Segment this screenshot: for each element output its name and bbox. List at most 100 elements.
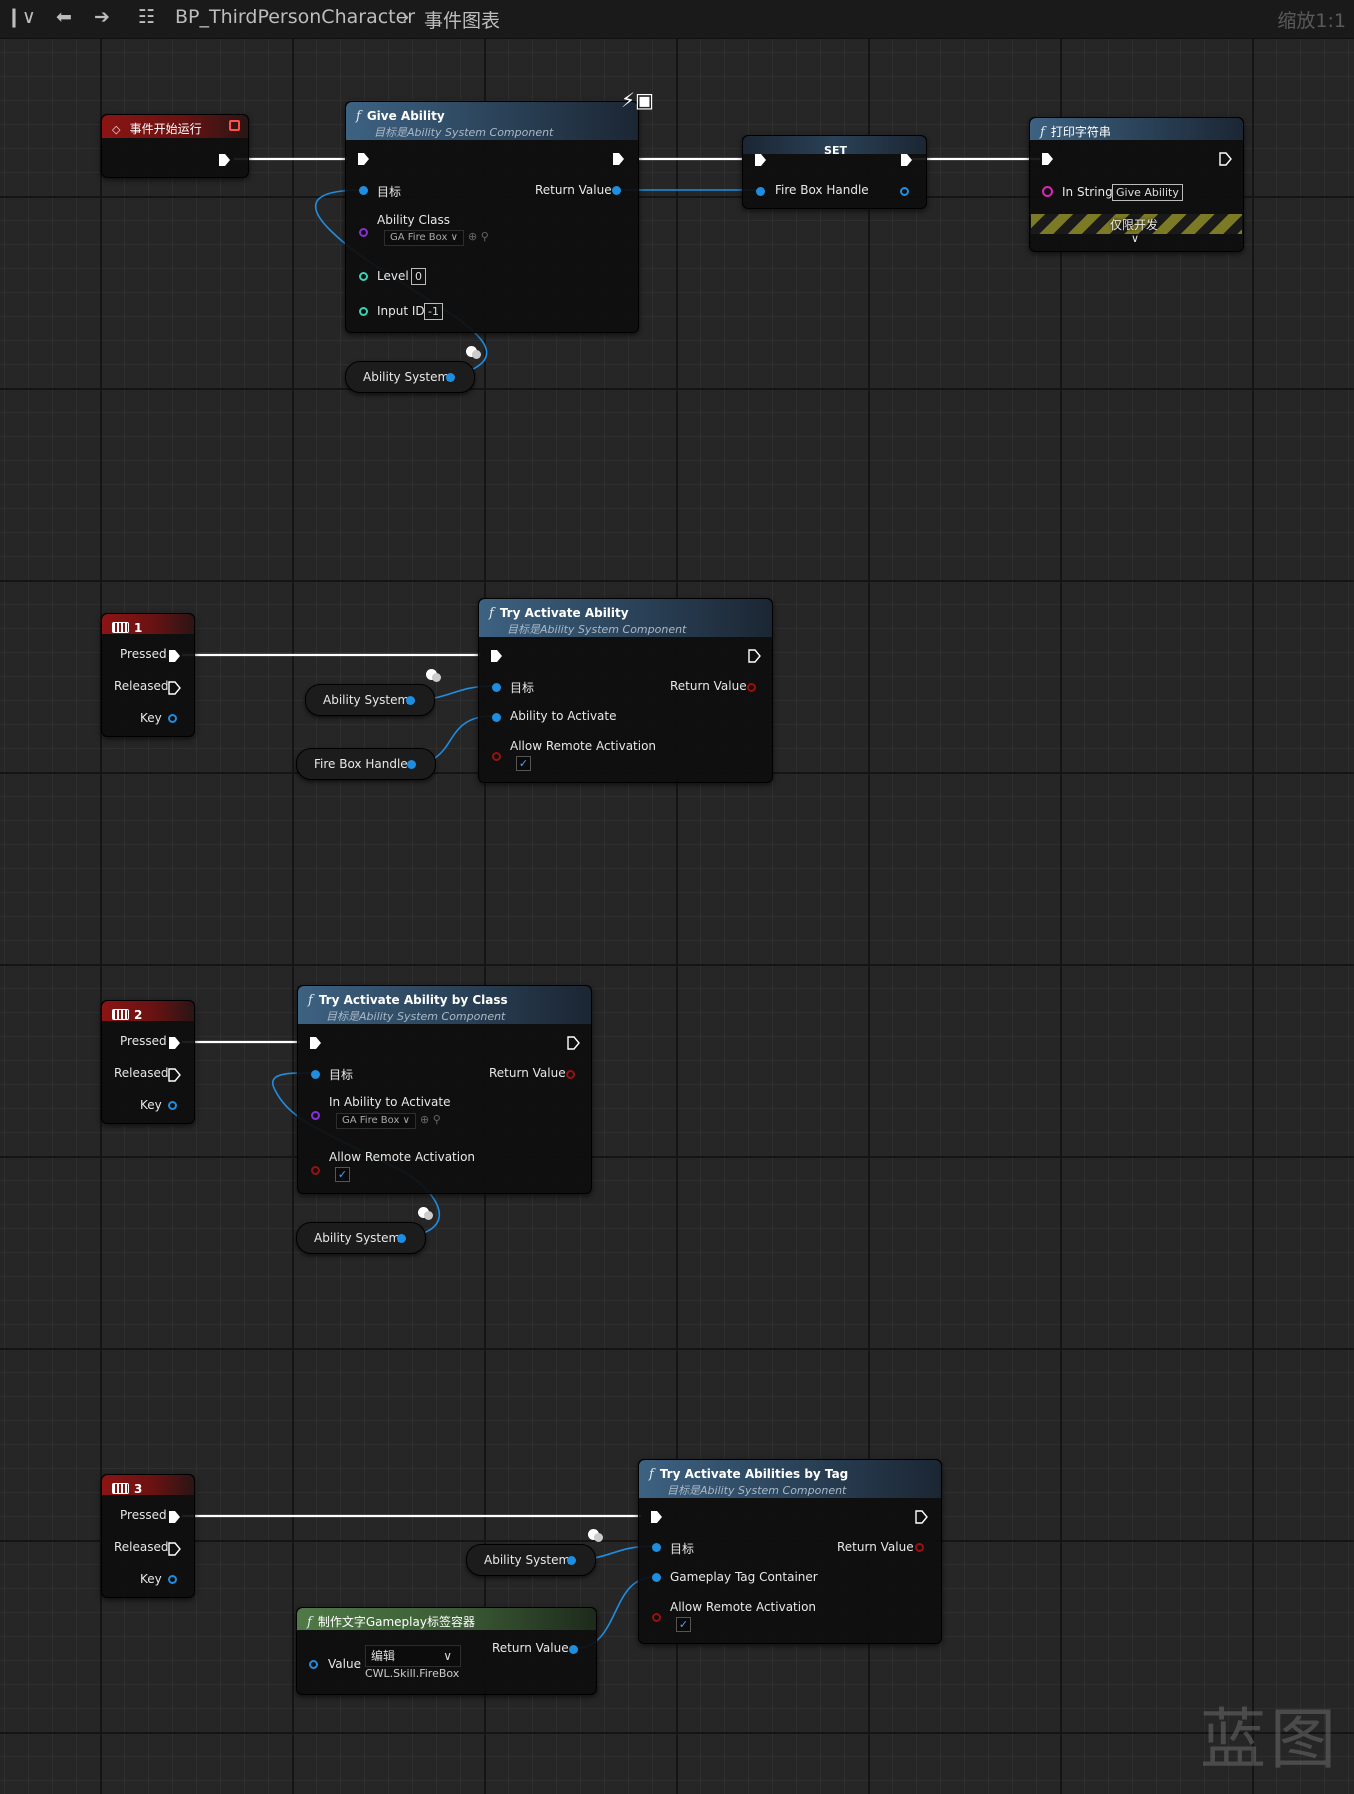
target-pin[interactable] bbox=[359, 186, 368, 195]
allow-remote-checkbox[interactable]: ✓ bbox=[335, 1167, 350, 1182]
getter-output-pin[interactable] bbox=[407, 760, 416, 769]
breadcrumb-separator-icon: › bbox=[402, 6, 410, 28]
exec-in-pin[interactable] bbox=[1041, 152, 1054, 166]
exec-out-pin[interactable] bbox=[567, 1036, 580, 1050]
return-value-pin[interactable] bbox=[612, 186, 621, 195]
give-ability-node[interactable]: f Give Ability 目标是Ability System Componen… bbox=[345, 101, 639, 333]
target-pin[interactable] bbox=[311, 1070, 320, 1079]
expand-chevron-icon[interactable]: ∨ bbox=[1131, 232, 1139, 245]
ability-system-getter[interactable]: Ability System bbox=[466, 1544, 596, 1576]
key-label: Key bbox=[140, 1572, 162, 1586]
input-id-pin[interactable] bbox=[359, 307, 368, 316]
getter-output-pin[interactable] bbox=[567, 1556, 576, 1565]
getter-label: Fire Box Handle bbox=[314, 757, 408, 771]
fire-box-handle-output-pin[interactable] bbox=[900, 187, 909, 196]
exec-out-pin[interactable] bbox=[900, 153, 913, 167]
key-3-event-node[interactable]: 3 Pressed Released Key bbox=[101, 1474, 195, 1598]
key-pin[interactable] bbox=[168, 1101, 177, 1110]
exec-in-pin[interactable] bbox=[309, 1036, 322, 1050]
ability-system-getter[interactable]: Ability System bbox=[305, 684, 435, 716]
key-title: 2 bbox=[134, 1008, 143, 1022]
set-fire-box-handle-node[interactable]: SET Fire Box Handle bbox=[742, 135, 927, 209]
ability-system-getter[interactable]: Ability System bbox=[345, 361, 475, 393]
event-begin-play-node[interactable]: ◇ 事件开始运行 bbox=[101, 114, 249, 178]
function-icon: f bbox=[489, 606, 494, 621]
exec-in-pin[interactable] bbox=[754, 153, 767, 167]
edit-tags-dropdown[interactable]: 编辑 ∨ bbox=[365, 1645, 461, 1667]
exec-in-pin[interactable] bbox=[490, 649, 503, 663]
released-exec-pin[interactable] bbox=[168, 1542, 181, 1556]
allow-remote-pin[interactable] bbox=[492, 752, 501, 761]
target-pin[interactable] bbox=[652, 1543, 661, 1552]
target-pin[interactable] bbox=[492, 683, 501, 692]
return-value-pin[interactable] bbox=[569, 1645, 578, 1654]
ability-to-activate-pin[interactable] bbox=[492, 713, 501, 722]
key-1-event-node[interactable]: 1 Pressed Released Key bbox=[101, 613, 195, 737]
keyboard-icon bbox=[112, 622, 129, 633]
released-exec-pin[interactable] bbox=[168, 1068, 181, 1082]
fire-box-handle-getter[interactable]: Fire Box Handle bbox=[296, 748, 436, 780]
print-string-node[interactable]: f 打印字符串 In String Give Ability 仅限开发 ∨ bbox=[1029, 117, 1244, 252]
pressed-exec-pin[interactable] bbox=[168, 1510, 181, 1524]
event-stop-icon bbox=[229, 120, 240, 131]
function-icon: f bbox=[356, 109, 361, 124]
gameplay-tag-container-pin[interactable] bbox=[652, 1573, 661, 1582]
return-value-pin[interactable] bbox=[566, 1070, 575, 1079]
try-activate-ability-node[interactable]: f Try Activate Ability 目标是Ability System … bbox=[478, 598, 773, 783]
allow-remote-pin[interactable] bbox=[652, 1613, 661, 1622]
browse-icon[interactable]: ⊕ ⚲ bbox=[468, 230, 489, 243]
allow-remote-checkbox[interactable]: ✓ bbox=[676, 1617, 691, 1632]
level-input[interactable]: 0 bbox=[411, 268, 426, 285]
getter-label: Ability System bbox=[363, 370, 450, 384]
ability-system-getter[interactable]: Ability System bbox=[296, 1222, 426, 1254]
allow-remote-pin[interactable] bbox=[311, 1166, 320, 1175]
exec-out-pin[interactable] bbox=[748, 649, 761, 663]
released-exec-pin[interactable] bbox=[168, 681, 181, 695]
fire-box-handle-input-pin[interactable] bbox=[756, 187, 765, 196]
exec-out-pin[interactable] bbox=[218, 153, 231, 167]
exec-out-pin[interactable] bbox=[612, 152, 625, 166]
input-id-label: Input ID bbox=[377, 304, 425, 318]
released-label: Released bbox=[114, 1540, 169, 1554]
back-arrow-icon[interactable]: ⬅ bbox=[56, 6, 72, 28]
node-subtitle: 目标是Ability System Component bbox=[667, 1484, 847, 1497]
getter-output-pin[interactable] bbox=[446, 373, 455, 382]
key-label: Key bbox=[140, 711, 162, 725]
return-value-pin[interactable] bbox=[747, 683, 756, 692]
key-2-event-node[interactable]: 2 Pressed Released Key bbox=[101, 1000, 195, 1124]
bookmark-icon[interactable]: ❙∨ bbox=[6, 6, 36, 28]
return-value-pin[interactable] bbox=[915, 1543, 924, 1552]
node-title: 打印字符串 bbox=[1050, 125, 1111, 139]
node-title: Give Ability bbox=[366, 109, 445, 123]
key-pin[interactable] bbox=[168, 1575, 177, 1584]
in-string-input[interactable]: Give Ability bbox=[1112, 184, 1183, 201]
allow-remote-checkbox[interactable]: ✓ bbox=[516, 756, 531, 771]
in-ability-dropdown[interactable]: GA Fire Box ∨ bbox=[336, 1113, 416, 1129]
ability-class-pin[interactable] bbox=[359, 228, 368, 237]
ability-to-activate-label: Ability to Activate bbox=[510, 709, 617, 723]
exec-in-pin[interactable] bbox=[650, 1510, 663, 1524]
breadcrumb-graph[interactable]: 事件图表 bbox=[424, 6, 500, 33]
context-icon bbox=[588, 1529, 604, 1542]
in-string-pin[interactable] bbox=[1042, 186, 1053, 197]
value-pin[interactable] bbox=[309, 1660, 318, 1669]
browse-icon[interactable]: ⊕ ⚲ bbox=[420, 1113, 441, 1126]
tag-value-text: CWL.Skill.FireBox bbox=[365, 1667, 460, 1680]
make-literal-tag-container-node[interactable]: f 制作文字Gameplay标签容器 Value 编辑 ∨ CWL.Skill.Fi… bbox=[296, 1607, 597, 1695]
try-activate-ability-by-class-node[interactable]: f Try Activate Ability by Class 目标是Abilit… bbox=[297, 985, 592, 1194]
level-pin[interactable] bbox=[359, 272, 368, 281]
in-ability-pin[interactable] bbox=[311, 1111, 320, 1120]
exec-in-pin[interactable] bbox=[357, 152, 370, 166]
exec-out-pin[interactable] bbox=[1219, 152, 1232, 166]
getter-output-pin[interactable] bbox=[397, 1234, 406, 1243]
input-id-input[interactable]: -1 bbox=[424, 303, 443, 320]
breadcrumb-blueprint[interactable]: BP_ThirdPersonCharacter bbox=[175, 6, 415, 28]
pressed-exec-pin[interactable] bbox=[168, 649, 181, 663]
pressed-exec-pin[interactable] bbox=[168, 1036, 181, 1050]
getter-output-pin[interactable] bbox=[406, 696, 415, 705]
try-activate-abilities-by-tag-node[interactable]: f Try Activate Abilities by Tag 目标是Abilit… bbox=[638, 1459, 942, 1644]
ability-class-dropdown[interactable]: GA Fire Box ∨ bbox=[384, 230, 464, 246]
forward-arrow-icon[interactable]: ➔ bbox=[94, 6, 110, 28]
exec-out-pin[interactable] bbox=[915, 1510, 928, 1524]
key-pin[interactable] bbox=[168, 714, 177, 723]
